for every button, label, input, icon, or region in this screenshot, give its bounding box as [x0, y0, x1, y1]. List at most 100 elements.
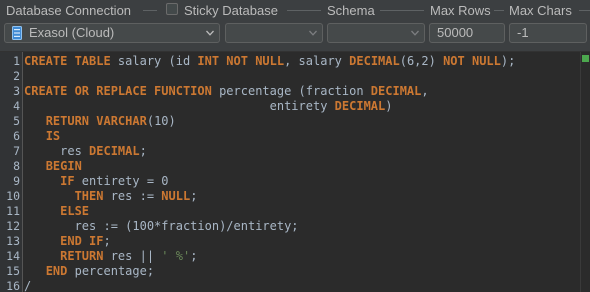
sql-keyword: THEN: [74, 189, 104, 203]
code-text: entirety: [24, 99, 335, 113]
sql-keyword: RETURN VARCHAR: [45, 114, 147, 128]
sql-keyword: CREATE TABLE: [24, 54, 111, 68]
sql-keyword: DECIMAL: [349, 54, 400, 68]
separator-line: [494, 10, 504, 11]
max-rows-label: Max Rows: [430, 3, 491, 18]
code-text: );: [500, 54, 516, 68]
sql-keyword: DECIMAL: [334, 99, 386, 113]
sql-keyword: IF: [60, 174, 75, 188]
code-text: res ||: [103, 249, 162, 263]
chevron-down-icon: [206, 30, 214, 36]
line-number: 1: [13, 54, 20, 68]
sql-keyword: DECIMAL: [370, 84, 422, 98]
code-line: RETURN VARCHAR(10): [24, 114, 176, 129]
database-select[interactable]: [225, 23, 323, 43]
code-line: CREATE OR REPLACE FUNCTION percentage (f…: [24, 84, 429, 99]
sql-keyword: END: [45, 264, 68, 278]
code-line: BEGIN: [24, 159, 82, 174]
schema-select[interactable]: [327, 23, 425, 43]
sql-keyword: END IF: [60, 234, 104, 248]
sql-keyword: BEGIN: [45, 159, 82, 173]
connection-select-value: Exasol (Cloud): [29, 25, 115, 40]
code-text: percentage (fraction: [211, 84, 371, 98]
line-number: 8: [13, 159, 20, 173]
max-chars-input[interactable]: -1: [509, 23, 587, 43]
sql-keyword: ELSE: [60, 204, 90, 218]
line-number: 2: [13, 69, 20, 83]
line-number: 9: [13, 174, 20, 188]
line-number: 6: [13, 129, 20, 143]
connection-label: Database Connection: [6, 3, 132, 18]
line-number: 7: [13, 144, 20, 158]
line-number: 4: [13, 99, 20, 113]
sql-keyword: NOT NULL: [443, 54, 501, 68]
sql-code-area[interactable]: CREATE TABLE salary (id INT NOT NULL, sa…: [24, 52, 580, 292]
code-text: entirety = 0: [74, 174, 169, 188]
code-line: IS: [24, 129, 60, 144]
database-icon: [12, 26, 22, 40]
code-text: (10): [146, 114, 176, 128]
code-text: , salary: [284, 54, 350, 68]
code-line: res DECIMAL;: [24, 144, 147, 159]
code-text: res: [24, 144, 90, 158]
sql-editor: 1 2 3 4 5 6 7 8 9 10 11 12 13 14 15 16 CREATE TABLE sal…: [0, 51, 590, 292]
code-text: percentage;: [67, 264, 155, 278]
sql-keyword: NULL: [161, 189, 191, 203]
sql-keyword: CREATE OR REPLACE FUNCTION: [24, 84, 212, 98]
line-number: 10: [6, 189, 20, 203]
sticky-database-checkbox[interactable]: [166, 3, 178, 15]
separator-line: [287, 10, 321, 11]
line-number: 15: [6, 264, 20, 278]
code-line: entirety DECIMAL): [24, 99, 393, 114]
chevron-down-icon: [309, 30, 317, 36]
code-text: res :=: [103, 189, 162, 203]
line-number: 3: [13, 84, 20, 98]
code-line: END IF;: [24, 234, 111, 249]
code-text: ,: [421, 84, 429, 98]
code-line: res := (100*fraction)/entirety;: [24, 219, 299, 234]
code-text: salary (id: [110, 54, 198, 68]
code-line: /: [24, 279, 31, 292]
max-chars-label: Max Chars: [509, 3, 572, 18]
code-line: RETURN res || ' %';: [24, 249, 197, 264]
code-line: CREATE TABLE salary (id INT NOT NULL, sa…: [24, 54, 515, 69]
code-text: ;: [139, 144, 147, 158]
code-text: /: [24, 279, 32, 292]
line-number: 11: [6, 204, 20, 218]
line-number: 14: [6, 249, 20, 263]
code-text: ;: [190, 249, 198, 263]
no-errors-indicator-icon: [582, 55, 589, 62]
sql-keyword: INT NOT NULL: [197, 54, 285, 68]
schema-label: Schema: [327, 3, 375, 18]
line-number: 5: [13, 114, 20, 128]
max-rows-input[interactable]: 50000: [429, 23, 505, 43]
line-number: 13: [6, 234, 20, 248]
sql-keyword: IS: [45, 129, 61, 143]
code-text: (6,2): [399, 54, 444, 68]
separator-line: [579, 10, 590, 11]
chevron-down-icon: [411, 30, 419, 36]
line-number: 12: [6, 219, 20, 233]
code-line: THEN res := NULL;: [24, 189, 198, 204]
separator-line: [380, 10, 424, 11]
code-text: ;: [190, 189, 198, 203]
code-line: IF entirety = 0: [24, 174, 169, 189]
query-window: Database Connection Sticky Database Sche…: [0, 0, 590, 292]
code-line: ELSE: [24, 204, 89, 219]
string-literal: ' %': [161, 249, 191, 263]
code-text: ): [385, 99, 393, 113]
sql-keyword: RETURN: [60, 249, 104, 263]
connection-select[interactable]: Exasol (Cloud): [4, 23, 220, 43]
connection-toolbar: Database Connection Sticky Database Sche…: [0, 0, 590, 50]
line-number: 16: [6, 279, 20, 292]
separator-line: [143, 10, 157, 11]
code-line: END percentage;: [24, 264, 154, 279]
